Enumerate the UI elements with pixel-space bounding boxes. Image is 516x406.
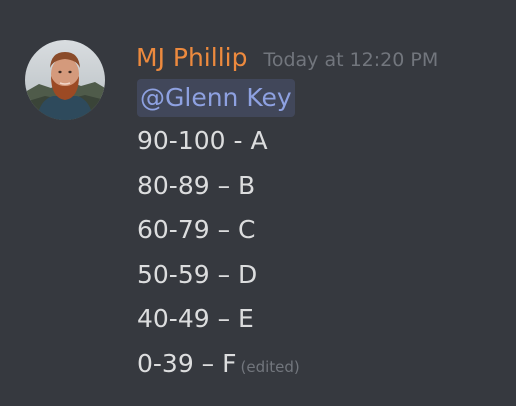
message-header: MJ Phillip Today at 12:20 PM (136, 40, 438, 76)
message-last-line: 0-39 – F (edited) (137, 342, 507, 390)
author-name[interactable]: MJ Phillip (136, 40, 247, 76)
message-content: @Glenn Key 90-100 - A 80-89 – B 60-79 – … (137, 79, 507, 389)
avatar-photo (25, 40, 105, 120)
message-line: 50-59 – D (137, 259, 258, 289)
user-mention[interactable]: @Glenn Key (137, 79, 295, 117)
message-line: 90-100 - A (137, 126, 268, 155)
message-line: 0-39 – F (137, 348, 237, 378)
message-timestamp: Today at 12:20 PM (263, 49, 439, 71)
message-line: 40-49 – E (137, 304, 254, 333)
chat-message: MJ Phillip Today at 12:20 PM @Glenn Key … (0, 0, 516, 406)
user-avatar[interactable] (25, 40, 105, 120)
message-line: 60-79 – C (137, 215, 256, 244)
message-line: 80-89 – B (137, 170, 256, 200)
edited-label: (edited) (240, 357, 300, 376)
